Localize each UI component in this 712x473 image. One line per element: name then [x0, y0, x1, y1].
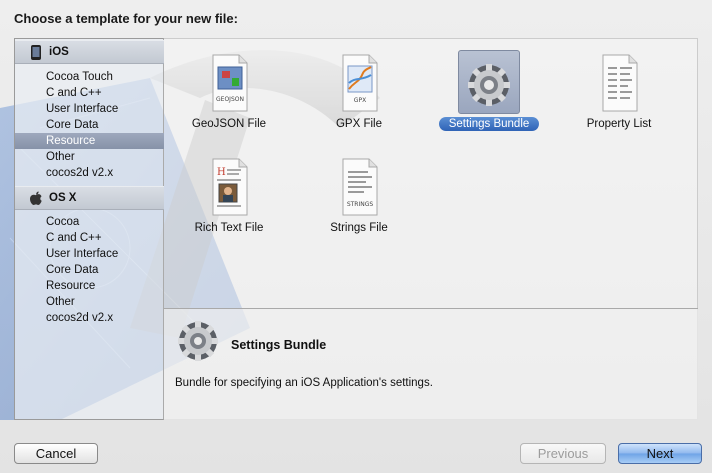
apple-logo-icon	[30, 191, 42, 205]
sidebar-item-cocoa[interactable]: Cocoa	[15, 214, 164, 230]
iphone-icon	[31, 45, 41, 60]
template-strings-file[interactable]: STRINGS Strings File	[294, 150, 424, 250]
sidebar-item-other[interactable]: Other	[15, 149, 164, 165]
template-label: Strings File	[330, 222, 388, 234]
sidebar-group-label: OS X	[49, 192, 77, 204]
template-label: Property List	[586, 118, 652, 130]
sidebar-item-user-interface[interactable]: User Interface	[15, 246, 164, 262]
sidebar-item-cocos2d[interactable]: cocos2d v2.x	[15, 310, 164, 326]
property-list-icon	[602, 54, 638, 112]
sidebar-item-resource[interactable]: Resource	[15, 133, 164, 149]
template-details-pane: Settings Bundle Bundle for specifying an…	[164, 309, 698, 420]
template-label: Rich Text File	[194, 222, 264, 234]
template-label: GPX File	[335, 118, 382, 130]
details-title: Settings Bundle	[231, 338, 327, 352]
sidebar-group-label: iOS	[49, 46, 69, 58]
sidebar-group-osx[interactable]: OS X	[15, 186, 164, 210]
sidebar-item-resource[interactable]: Resource	[15, 278, 164, 294]
svg-text:STRINGS: STRINGS	[347, 201, 374, 208]
rich-text-file-icon: H	[212, 158, 248, 216]
new-file-sheet: Choose a template for your new file: iOS…	[0, 0, 712, 473]
template-gpx-file[interactable]: GPX GPX File	[294, 46, 424, 146]
sheet-title: Choose a template for your new file:	[14, 11, 238, 26]
sidebar-item-core-data[interactable]: Core Data	[15, 262, 164, 278]
settings-bundle-icon	[178, 321, 218, 361]
platform-sidebar: iOS Cocoa Touch C and C++ User Interface…	[14, 38, 164, 420]
sidebar-item-other[interactable]: Other	[15, 294, 164, 310]
template-label: GeoJSON File	[191, 118, 267, 130]
svg-text:GPX: GPX	[354, 97, 366, 104]
sidebar-item-c-and-cpp[interactable]: C and C++	[15, 85, 164, 101]
geojson-file-icon: GEOJSON	[212, 54, 248, 112]
template-label: Settings Bundle	[438, 117, 540, 131]
template-rich-text-file[interactable]: H Rich Text File	[164, 150, 294, 250]
sidebar-item-c-and-cpp[interactable]: C and C++	[15, 230, 164, 246]
next-button[interactable]: Next	[618, 443, 702, 464]
template-settings-bundle[interactable]: Settings Bundle	[424, 46, 554, 146]
svg-text:H: H	[217, 167, 226, 178]
template-grid: GEOJSON GeoJSON File GPX GPX File Settin…	[164, 38, 698, 308]
svg-text:GEOJSON: GEOJSON	[216, 96, 244, 103]
sidebar-item-cocos2d[interactable]: cocos2d v2.x	[15, 165, 164, 181]
sidebar-item-cocoa-touch[interactable]: Cocoa Touch	[15, 69, 164, 85]
sidebar-item-user-interface[interactable]: User Interface	[15, 101, 164, 117]
strings-file-icon: STRINGS	[342, 158, 378, 216]
cancel-button[interactable]: Cancel	[14, 443, 98, 464]
details-description: Bundle for specifying an iOS Application…	[175, 377, 433, 389]
gpx-file-icon: GPX	[342, 54, 378, 112]
previous-button[interactable]: Previous	[520, 443, 606, 464]
sidebar-item-core-data[interactable]: Core Data	[15, 117, 164, 133]
sidebar-group-ios[interactable]: iOS	[15, 40, 164, 64]
template-geojson-file[interactable]: GEOJSON GeoJSON File	[164, 46, 294, 146]
settings-bundle-icon	[468, 64, 510, 106]
template-property-list[interactable]: Property List	[554, 46, 684, 146]
